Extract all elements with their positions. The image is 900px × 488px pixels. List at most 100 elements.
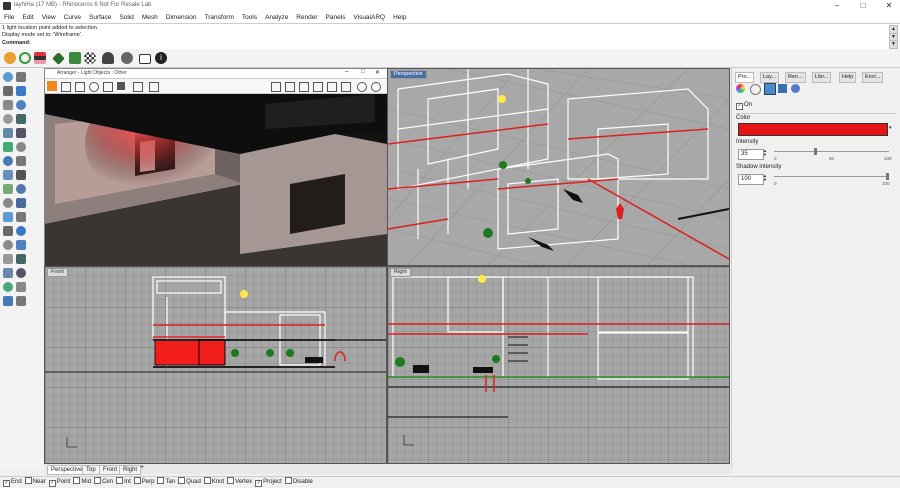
tab-environments[interactable]: Envi... <box>862 72 884 83</box>
menu-item-file[interactable]: File <box>0 12 18 21</box>
command-prompt[interactable]: Command: <box>2 40 31 46</box>
menu-item-panels[interactable]: Panels <box>322 12 350 21</box>
info-icon[interactable]: i <box>155 52 167 64</box>
tool-icon[interactable] <box>16 100 26 110</box>
render-save-icon[interactable] <box>61 82 71 92</box>
menu-item-visualarq[interactable]: VisualARQ <box>349 12 389 21</box>
perspective-viewport-label[interactable]: Perspective <box>390 70 427 79</box>
maximize-button[interactable]: □ <box>852 0 874 12</box>
tab-top[interactable]: Top <box>82 465 100 475</box>
tool-icon[interactable] <box>16 170 26 180</box>
shadow-spinner[interactable]: ▲ ▼ <box>763 174 767 182</box>
osnap-checkbox[interactable] <box>73 477 81 484</box>
environment-icon[interactable] <box>791 84 800 93</box>
on-checkbox[interactable]: ✓ <box>736 103 743 110</box>
tool-icon[interactable] <box>3 100 13 110</box>
add-viewport-tab-button[interactable]: + <box>140 464 144 471</box>
on-checkbox-row[interactable]: ✓ On <box>736 102 752 110</box>
tool-icon[interactable] <box>3 240 13 250</box>
tool-icon[interactable] <box>16 156 26 166</box>
color-swatch[interactable] <box>738 123 888 136</box>
menu-item-transform[interactable]: Transform <box>201 12 238 21</box>
mail-icon[interactable] <box>139 54 151 64</box>
refresh-icon[interactable] <box>19 52 31 64</box>
tool-icon[interactable] <box>16 268 26 278</box>
tool-icon[interactable] <box>3 128 13 138</box>
tab-layers[interactable]: Lay... <box>760 72 780 83</box>
render-tool-icon[interactable] <box>271 82 281 92</box>
material-icon[interactable] <box>84 52 96 64</box>
menu-item-mesh[interactable]: Mesh <box>138 12 162 21</box>
tab-right[interactable]: Right <box>119 465 142 475</box>
perspective-viewport[interactable]: Perspective <box>387 68 730 266</box>
menu-item-view[interactable]: View <box>38 12 60 21</box>
tool-icon[interactable] <box>3 156 13 166</box>
render-stop-icon[interactable] <box>117 82 125 90</box>
shadow-intensity-input[interactable]: 100 <box>738 174 764 185</box>
front-viewport[interactable]: Front <box>44 266 387 464</box>
tool-icon[interactable] <box>3 72 13 82</box>
tab-libraries[interactable]: Libr... <box>812 72 832 83</box>
osnap-checkbox[interactable]: ✓ <box>255 480 263 487</box>
layers-icon[interactable] <box>34 52 46 64</box>
right-viewport[interactable]: Right <box>387 266 730 464</box>
tool-icon[interactable] <box>3 296 13 306</box>
osnap-quad[interactable]: Quad <box>178 477 201 487</box>
material-color-icon[interactable] <box>736 84 745 93</box>
render-tool-icon[interactable] <box>341 82 351 92</box>
tab-properties[interactable]: Pro... <box>735 72 755 83</box>
render-export-icon[interactable] <box>149 82 159 92</box>
tool-icon[interactable] <box>16 86 26 96</box>
render-close-button[interactable]: ✕ <box>375 69 380 76</box>
render-maximize-button[interactable]: □ <box>361 69 365 75</box>
osnap-int[interactable]: Int <box>116 477 131 487</box>
intensity-input[interactable]: 35 <box>738 149 764 160</box>
osnap-point[interactable]: ✓ Point <box>48 477 70 487</box>
intensity-slider-track[interactable] <box>774 151 889 152</box>
object-icon[interactable] <box>750 84 761 95</box>
cloud-icon[interactable] <box>102 52 114 64</box>
osnap-checkbox[interactable] <box>133 477 141 484</box>
osnap-checkbox[interactable] <box>157 477 165 484</box>
osnap-cen[interactable]: Cen <box>94 477 113 487</box>
tool-icon[interactable] <box>16 128 26 138</box>
tool-icon[interactable] <box>16 198 26 208</box>
osnap-checkbox[interactable] <box>24 477 32 484</box>
tool-icon[interactable] <box>3 254 13 264</box>
color-dropdown-icon[interactable]: ▾ <box>889 125 892 131</box>
osnap-tan[interactable]: Tan <box>157 477 175 487</box>
osnap-knot[interactable]: Knot <box>203 477 224 487</box>
menu-item-solid[interactable]: Solid <box>115 12 137 21</box>
render-tool-icon[interactable] <box>327 82 337 92</box>
tool-icon[interactable] <box>16 114 26 124</box>
tab-perspective[interactable]: Perspective <box>47 465 87 475</box>
shadow-slider-thumb[interactable] <box>886 173 889 180</box>
tool-icon[interactable] <box>3 212 13 222</box>
render-help-icon[interactable] <box>357 82 367 92</box>
render-tool-icon[interactable] <box>285 82 295 92</box>
tool-icon[interactable] <box>16 254 26 264</box>
menu-item-edit[interactable]: Edit <box>18 12 37 21</box>
render-tool-icon[interactable] <box>299 82 309 92</box>
menu-item-render[interactable]: Render <box>292 12 321 21</box>
tab-rendering[interactable]: Ren... <box>785 72 806 83</box>
intensity-slider-thumb[interactable] <box>814 148 817 155</box>
osnap-checkbox[interactable] <box>203 477 211 484</box>
osnap-checkbox[interactable] <box>227 477 235 484</box>
tool-icon[interactable] <box>3 86 13 96</box>
tool-icon[interactable] <box>16 184 26 194</box>
menu-item-analyze[interactable]: Analyze <box>261 12 292 21</box>
tool-icon[interactable] <box>16 282 26 292</box>
light-props-icon[interactable] <box>764 83 776 95</box>
osnap-near[interactable]: Near <box>24 477 46 487</box>
render-window[interactable]: Arranger - Light Objects : Other – □ ✕ <box>44 68 388 267</box>
tool-icon[interactable] <box>3 198 13 208</box>
tool-icon[interactable] <box>3 170 13 180</box>
menu-item-surface[interactable]: Surface <box>85 12 115 21</box>
expand-icon[interactable]: ▼ <box>889 40 898 49</box>
tool-icon[interactable] <box>16 212 26 222</box>
menu-item-help[interactable]: Help <box>389 12 410 21</box>
visualarq-icon[interactable] <box>52 52 65 65</box>
intensity-spinner[interactable]: ▲ ▼ <box>763 149 767 157</box>
render-tool-icon[interactable] <box>313 82 323 92</box>
